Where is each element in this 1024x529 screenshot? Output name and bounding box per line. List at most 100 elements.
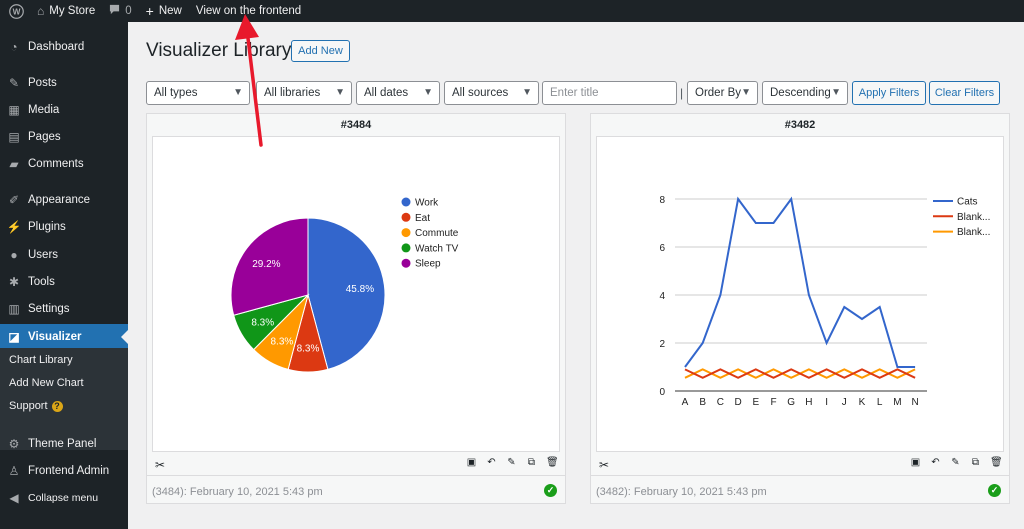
pie-slice-label: 8.3% <box>297 343 320 354</box>
media-icon: ▦ <box>8 103 20 117</box>
chevron-down-icon: ▼ <box>423 87 433 98</box>
sidebar-item-users[interactable]: ● Users <box>0 242 128 268</box>
scissors-icon[interactable]: ✂ <box>599 458 609 472</box>
user-icon: ● <box>10 248 18 262</box>
direction-select[interactable]: Descending ▼ <box>762 81 848 105</box>
select-value: All types <box>154 87 198 99</box>
sidebar-item-label: Comments <box>28 158 84 170</box>
y-tick-label: 6 <box>659 243 665 254</box>
settings-icon: ▥ <box>8 302 20 316</box>
filter-dates-select[interactable]: All dates ▼ <box>356 81 440 105</box>
line-chart-container[interactable]: 0 2 4 6 8 A B C D E F G H I J K L M N Cats Blank... Blank... <box>596 136 1004 452</box>
select-value: Descending <box>770 87 831 99</box>
sidebar-item-media[interactable]: ▦ Media <box>0 97 128 123</box>
legend-label: Eat <box>415 213 430 224</box>
sidebar-item-label: Pages <box>28 131 61 143</box>
filter-types-select[interactable]: All types ▼ <box>146 81 250 105</box>
pin-icon: ✎ <box>8 76 20 90</box>
sidebar-item-settings[interactable]: ▥ Settings <box>0 296 128 322</box>
edit-pencil-icon[interactable]: ✎ <box>950 457 961 468</box>
select-value: Order By <box>695 87 742 99</box>
submenu-add-new-chart[interactable]: Add New Chart <box>9 377 84 389</box>
filter-sources-select[interactable]: All sources ▼ <box>444 81 539 105</box>
x-tick-label: I <box>825 397 828 408</box>
sidebar-item-visualizer[interactable]: ◪ Visualizer <box>0 324 128 350</box>
admin-sidebar: ◔ Dashboard ✎ Posts ▦ Media ▤ Pages ▰ Comments ✐ Ap… <box>0 22 128 529</box>
series-line[interactable] <box>684 196 916 368</box>
order-by-select[interactable]: Order By ▼ <box>687 81 758 105</box>
view-frontend-link[interactable]: View on the frontend <box>189 0 308 22</box>
x-tick-label: L <box>877 397 883 408</box>
legend-label: Commute <box>415 228 459 239</box>
plug-icon: ⚡ <box>6 220 22 234</box>
apply-filters-button[interactable]: Apply Filters <box>852 81 926 105</box>
x-tick-label: D <box>734 397 741 408</box>
sidebar-item-tools[interactable]: ✱ Tools <box>0 269 128 295</box>
image-export-icon[interactable]: ▣ <box>910 457 921 468</box>
x-tick-label: B <box>699 397 706 408</box>
sidebar-item-collapse-menu[interactable]: ◀ Collapse menu <box>0 485 128 511</box>
sidebar-item-plugins[interactable]: ⚡ Plugins <box>0 214 128 240</box>
sidebar-item-label: Appearance <box>28 194 91 206</box>
submenu-support[interactable]: Support? <box>9 400 63 412</box>
sidebar-item-label: Visualizer <box>28 331 82 343</box>
checkmark-icon: ✓ <box>988 484 1001 497</box>
chevron-down-icon: ▼ <box>741 87 751 98</box>
title-search-input[interactable] <box>542 81 677 105</box>
sidebar-item-label: Collapse menu <box>28 492 99 504</box>
page-title: Visualizer Library <box>146 40 292 61</box>
brush-icon: ✐ <box>8 193 20 207</box>
svg-text:W: W <box>12 7 20 16</box>
dashboard-icon: ◔ <box>10 40 18 54</box>
clone-icon[interactable]: ⧉ <box>970 457 981 468</box>
sidebar-item-label: Theme Panel <box>28 438 97 450</box>
pie-slice-label: 29.2% <box>252 259 280 270</box>
scissors-icon[interactable]: ✂ <box>155 458 165 472</box>
submenu-chart-library[interactable]: Chart Library <box>9 354 73 366</box>
sidebar-item-posts[interactable]: ✎ Posts <box>0 70 128 96</box>
sidebar-item-label: Tools <box>28 276 55 288</box>
sidebar-item-theme-panel[interactable]: ⚙ Theme Panel <box>0 431 128 457</box>
undo-icon[interactable]: ↶ <box>486 457 497 468</box>
edit-pencil-icon[interactable]: ✎ <box>506 457 517 468</box>
filter-libraries-select[interactable]: All libraries ▼ <box>256 81 352 105</box>
x-tick-label: H <box>805 397 812 408</box>
sidebar-item-frontend-admin[interactable]: ♙ Frontend Admin <box>0 458 128 484</box>
image-export-icon[interactable]: ▣ <box>466 457 477 468</box>
help-icon: ? <box>51 400 63 412</box>
x-tick-label: F <box>770 397 776 408</box>
clone-icon[interactable]: ⧉ <box>526 457 537 468</box>
legend-swatch <box>401 258 411 268</box>
add-new-button[interactable]: Add New <box>291 40 350 62</box>
clear-filters-button[interactable]: Clear Filters <box>929 81 1000 105</box>
trash-icon[interactable]: 🗑 <box>546 457 559 468</box>
x-tick-label: G <box>787 397 795 408</box>
legend-label: Cats <box>957 197 978 208</box>
sidebar-item-label: Posts <box>28 77 57 89</box>
chart-icon: ◪ <box>8 330 20 344</box>
view-frontend-label: View on the frontend <box>195 5 302 17</box>
sidebar-item-comments[interactable]: ▰ Comments <box>0 151 128 177</box>
comments-link[interactable]: 0 <box>102 0 138 22</box>
wordpress-logo-icon[interactable]: W <box>2 0 30 22</box>
undo-icon[interactable]: ↶ <box>930 457 941 468</box>
new-content-link[interactable]: + New <box>139 0 189 22</box>
comments-count: 0 <box>125 5 132 17</box>
x-tick-label: E <box>752 397 759 408</box>
checkmark-icon: ✓ <box>544 484 557 497</box>
sidebar-item-dashboard[interactable]: ◔ Dashboard <box>0 34 128 60</box>
legend-label: Work <box>415 198 439 209</box>
trash-icon[interactable]: 🗑 <box>990 457 1003 468</box>
wrench-icon: ✱ <box>8 275 20 289</box>
sidebar-item-pages[interactable]: ▤ Pages <box>0 124 128 150</box>
legend-swatch <box>401 197 411 207</box>
pie-chart-container[interactable]: 45.8% 8.3% 8.3% 8.3% 29.2% Work Eat Commute Watc… <box>152 136 560 452</box>
x-tick-label: A <box>682 397 689 408</box>
legend-label: Sleep <box>415 259 441 270</box>
comment-bubble-icon <box>109 4 120 18</box>
sidebar-item-appearance[interactable]: ✐ Appearance <box>0 187 128 213</box>
site-name-link[interactable]: ⌂ My Store <box>30 0 102 22</box>
card-divider <box>147 475 565 476</box>
new-label: New <box>158 5 182 17</box>
chevron-down-icon: ▼ <box>831 87 841 98</box>
